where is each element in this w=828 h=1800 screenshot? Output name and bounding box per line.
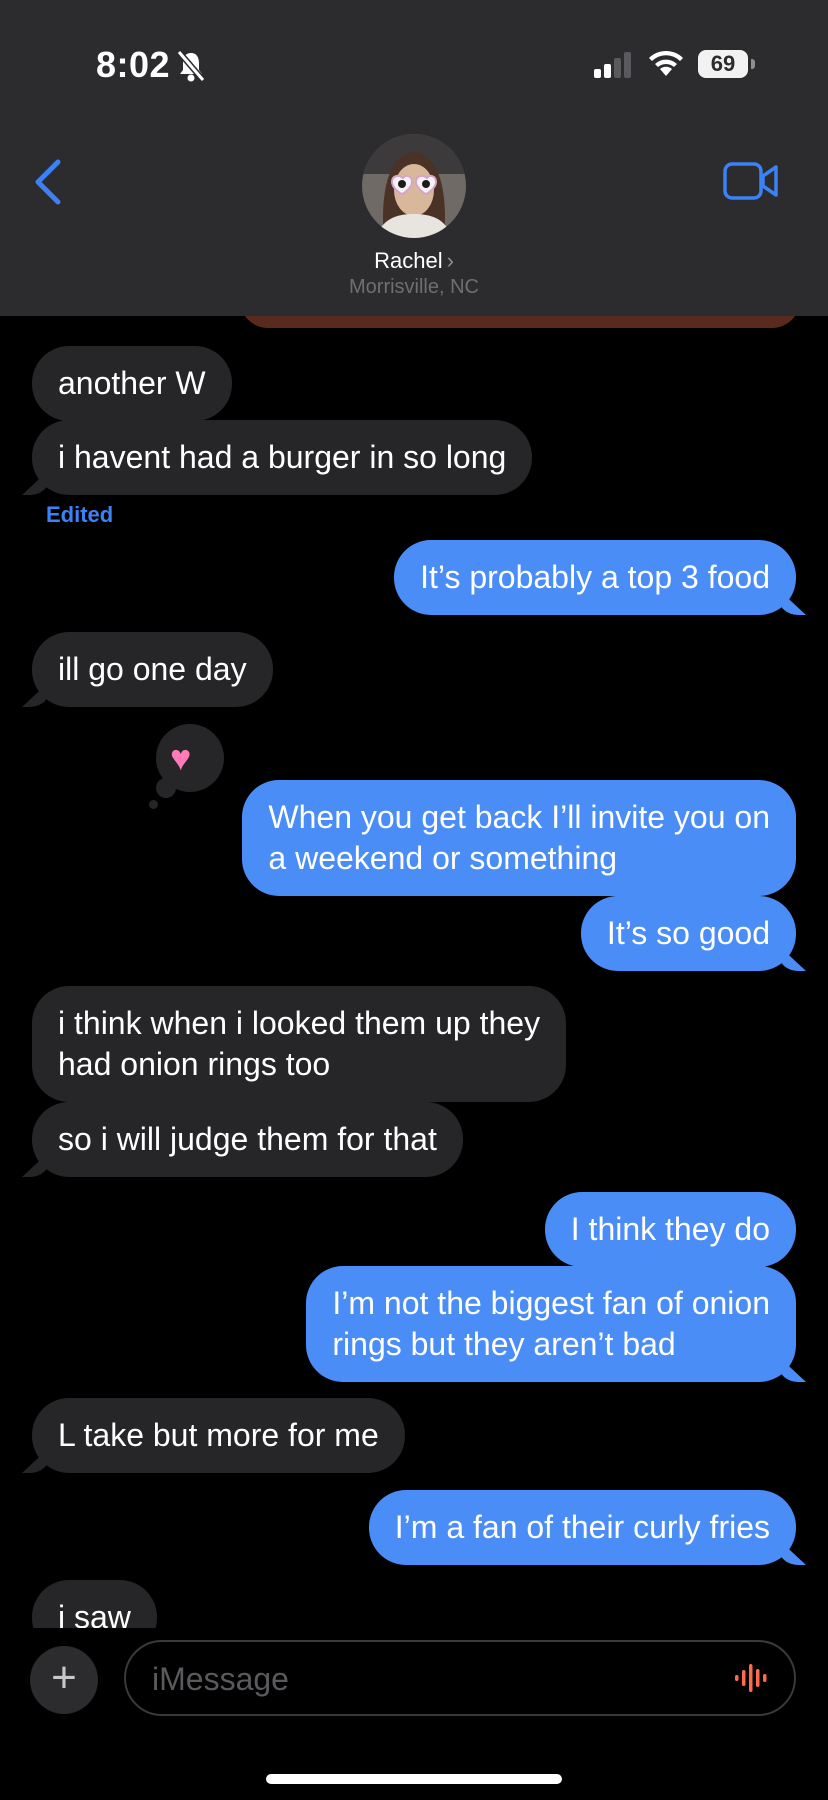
message-input-container[interactable] — [124, 1640, 796, 1716]
bell-slash-icon — [176, 50, 206, 82]
incoming-message[interactable]: another W — [32, 346, 232, 421]
plus-button[interactable]: + — [30, 1646, 98, 1714]
outgoing-message[interactable]: It’s so good — [580, 896, 796, 971]
reaction-bubble-dot — [149, 800, 158, 809]
heart-reaction-icon: ♥ — [170, 737, 192, 778]
home-indicator[interactable] — [266, 1774, 562, 1784]
chevron-right-icon: › — [446, 248, 454, 273]
outgoing-message[interactable]: It’s probably a top 3 food — [394, 540, 796, 615]
incoming-message[interactable]: ill go one day — [32, 632, 273, 707]
edited-label[interactable]: Edited — [46, 502, 113, 528]
battery-tip — [751, 59, 755, 69]
incoming-message[interactable]: L take but more for me — [32, 1398, 405, 1473]
back-chevron-icon[interactable] — [28, 156, 68, 208]
audio-waveform-icon[interactable] — [734, 1662, 770, 1694]
status-time: 8:02 — [96, 44, 171, 85]
outgoing-message[interactable]: I think they do — [544, 1192, 796, 1267]
incoming-message[interactable]: i havent had a burger in so long — [32, 420, 533, 495]
outgoing-message[interactable]: I’m not the biggest fan of onion rings b… — [306, 1266, 796, 1382]
video-call-icon[interactable] — [722, 160, 780, 202]
cellular-signal-icon — [594, 52, 631, 78]
contact-avatar[interactable] — [362, 134, 466, 238]
reaction-bubble-dot — [156, 778, 176, 798]
conversation-header: 8:02 69 Rachel › Morrisville, NC — [0, 0, 828, 316]
wifi-icon — [649, 50, 683, 76]
message-input[interactable] — [150, 1642, 714, 1716]
incoming-message[interactable]: i think when i looked them up they had o… — [32, 986, 567, 1102]
outgoing-message[interactable]: I’m a fan of their curly fries — [368, 1490, 796, 1565]
contact-name[interactable]: Rachel › — [0, 248, 828, 274]
battery-indicator: 69 — [698, 50, 748, 78]
contact-location: Morrisville, NC — [349, 276, 479, 298]
outgoing-message[interactable]: When you get back I’ll invite you on a w… — [242, 780, 796, 896]
incoming-message[interactable]: so i will judge them for that — [32, 1102, 463, 1177]
